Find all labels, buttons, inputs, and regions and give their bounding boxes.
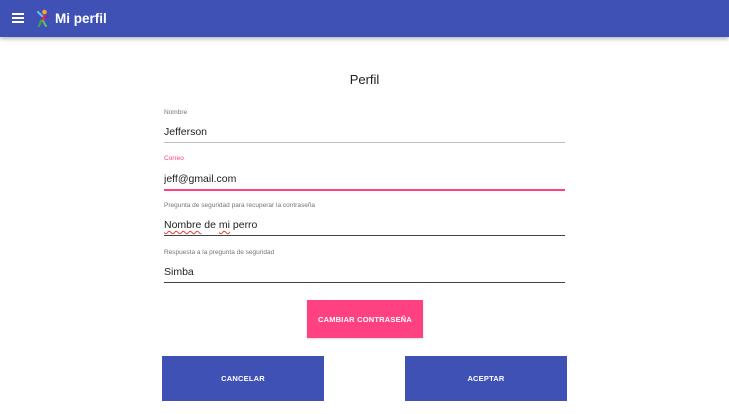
security-answer-label: Respuesta a la pregunta de seguridad	[164, 249, 275, 256]
security-question-value-word-2: de	[201, 219, 219, 231]
email-field: Correo	[164, 155, 565, 191]
security-answer-field: Respuesta a la pregunta de seguridad	[164, 249, 565, 283]
email-input[interactable]	[164, 172, 565, 186]
security-answer-underline	[164, 282, 565, 283]
security-question-label: Pregunta de seguridad para recuperar la …	[164, 202, 316, 209]
name-field: Nombre	[164, 109, 565, 143]
email-label: Correo	[164, 155, 184, 162]
name-underline	[164, 142, 565, 143]
email-underline	[164, 189, 565, 191]
name-label: Nombre	[164, 109, 188, 116]
name-input[interactable]	[164, 125, 565, 139]
form-title: Perfil	[349, 72, 380, 87]
cancel-button[interactable]: CANCELAR	[162, 356, 324, 401]
accept-button[interactable]: ACEPTAR	[405, 356, 567, 401]
security-question-underline	[164, 235, 565, 236]
security-question-value-word-3: mi	[218, 219, 230, 231]
app-bar: Mi perfil	[0, 0, 729, 37]
security-question-value-word-1: Nombre	[164, 219, 202, 231]
change-password-button[interactable]: CAMBIAR CONTRASEÑA	[307, 300, 423, 338]
hamburger-menu-icon[interactable]	[12, 13, 24, 23]
security-answer-input[interactable]	[164, 265, 565, 279]
app-logo-icon	[36, 9, 49, 27]
security-question-value-word-4: perro	[229, 219, 258, 231]
security-question-field: Pregunta de seguridad para recuperar la …	[164, 202, 565, 236]
security-question-input[interactable]: Nombre de mi perro	[164, 218, 565, 232]
app-title: Mi perfil	[55, 11, 107, 26]
